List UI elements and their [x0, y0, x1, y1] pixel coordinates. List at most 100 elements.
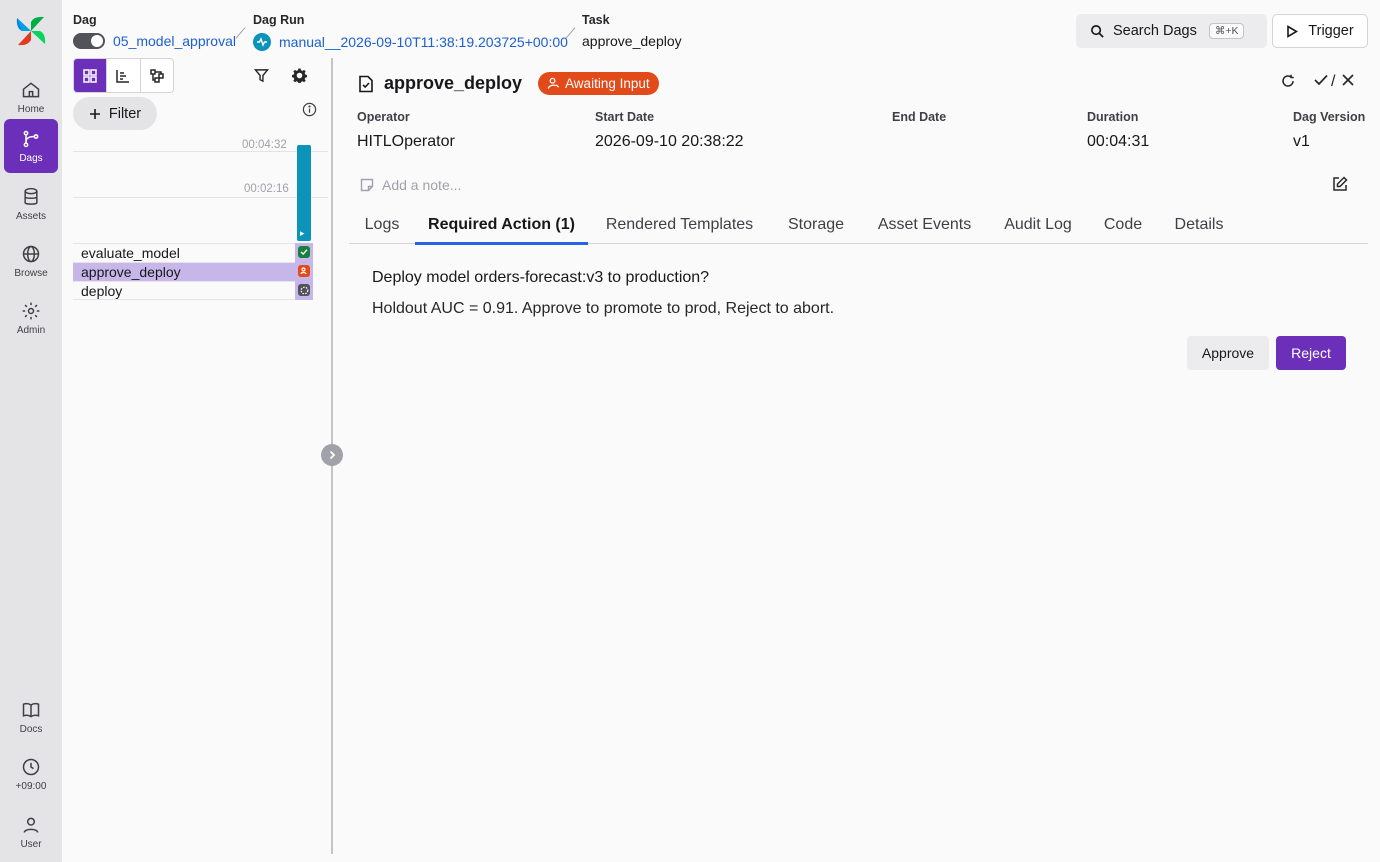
nav-browse[interactable]: Browse	[4, 234, 58, 288]
task-row[interactable]: approve_deploy	[73, 262, 295, 281]
meta-duration: Duration 00:04:31	[1087, 110, 1149, 151]
grid-view-button[interactable]	[74, 59, 107, 92]
duration-tick-label: 00:02:16	[244, 183, 289, 195]
nav-dags[interactable]: Dags	[4, 119, 58, 173]
user-hand-icon	[547, 77, 560, 89]
task-row[interactable]: deploy	[73, 281, 295, 300]
task-name: deploy	[81, 283, 123, 299]
breadcrumb-dag-run-key: Dag Run	[253, 13, 305, 27]
tab-code[interactable]: Code	[1088, 205, 1158, 244]
nav-timezone[interactable]: +09:00	[4, 747, 58, 801]
task-file-icon	[359, 75, 373, 92]
nav-admin[interactable]: Admin	[4, 291, 58, 345]
filter-icon-button[interactable]	[249, 63, 273, 87]
breadcrumb-dag-run: Dag Run manual__2026-09-10T11:38:19.2037…	[253, 13, 568, 51]
grid-tick-line	[73, 197, 328, 198]
meta-key: Dag Version	[1293, 110, 1366, 124]
search-dags-button[interactable]: Search Dags ⌘+K	[1076, 14, 1267, 48]
nav-assets-label: Assets	[15, 210, 46, 222]
airflow-logo-icon[interactable]	[14, 14, 48, 48]
required-action-description: Holdout AUC = 0.91. Approve to promote t…	[372, 300, 835, 317]
breadcrumb-task: Task approve_deploy	[582, 13, 682, 49]
tab-audit-log[interactable]: Audit Log	[988, 205, 1088, 244]
nav-assets[interactable]: Assets	[4, 177, 58, 231]
breadcrumb-dag-key: Dag	[73, 13, 97, 27]
meta-value: 2026-09-10 20:38:22	[595, 133, 744, 150]
search-icon	[1091, 24, 1104, 38]
nav-browse-label: Browse	[14, 267, 48, 279]
add-note-field[interactable]: Add a note...	[360, 177, 461, 193]
task-name: approve_deploy	[81, 264, 181, 280]
gear-icon	[22, 302, 40, 319]
tab-storage[interactable]: Storage	[771, 205, 861, 244]
breadcrumb-separator	[235, 27, 246, 39]
plus-icon	[89, 108, 100, 119]
duration-tick-label: 00:04:32	[242, 139, 287, 151]
meta-start-date: Start Date 2026-09-10 20:38:22	[595, 110, 744, 151]
grid-tick-line	[73, 151, 328, 152]
meta-dag-version: Dag Version v1	[1293, 110, 1365, 151]
task-row[interactable]: evaluate_model	[73, 243, 295, 262]
breadcrumb-dag: Dag 05_model_approval	[73, 13, 236, 49]
dag-run-bar[interactable]	[297, 145, 311, 241]
dags-icon	[23, 130, 39, 147]
info-button[interactable]	[297, 97, 321, 121]
chevron-right-icon	[329, 450, 336, 460]
filter-label: Filter	[108, 105, 142, 122]
status-badge: Awaiting Input	[538, 72, 659, 95]
trigger-button[interactable]: Trigger	[1272, 14, 1368, 48]
approve-button[interactable]: Approve	[1187, 336, 1269, 370]
grid-icon	[83, 68, 97, 83]
database-icon	[24, 187, 38, 205]
tab-details[interactable]: Details	[1158, 205, 1240, 244]
nav-user[interactable]: User	[4, 805, 58, 859]
funnel-icon	[253, 68, 269, 82]
nav-docs-label: Docs	[19, 723, 43, 735]
reject-button[interactable]: Reject	[1276, 336, 1346, 370]
nav-home-label: Home	[17, 103, 45, 115]
refresh-icon	[1282, 74, 1294, 87]
breadcrumb-task-value: approve_deploy	[582, 33, 682, 49]
user-icon	[23, 817, 39, 833]
collapse-panel-button[interactable]	[321, 444, 343, 466]
tab-rendered-templates[interactable]: Rendered Templates	[588, 205, 771, 244]
edit-icon	[1333, 176, 1348, 191]
meta-key: Start Date	[595, 110, 655, 124]
dag-pause-toggle[interactable]	[73, 33, 105, 49]
required-action-question: Deploy model orders-forecast:v3 to produ…	[372, 269, 710, 286]
nav-rail: Home Dags Assets Browse Admin Docs +09:0…	[0, 0, 62, 862]
task-title: approve_deploy Awaiting Input	[358, 72, 659, 95]
refresh-button[interactable]	[1281, 74, 1295, 88]
nav-home[interactable]: Home	[4, 70, 58, 124]
tab-asset-events[interactable]: Asset Events	[861, 205, 988, 244]
meta-value: v1	[1293, 133, 1310, 150]
filter-button[interactable]: Filter	[73, 97, 157, 130]
gantt-view-button[interactable]	[106, 59, 139, 92]
task-instance-no-status[interactable]	[298, 284, 310, 296]
edit-note-button[interactable]	[1332, 176, 1348, 197]
tab-required-action[interactable]: Required Action (1)	[415, 205, 588, 245]
settings-button[interactable]	[287, 63, 311, 87]
mark-success-button[interactable]	[1314, 74, 1328, 86]
dag-link[interactable]: 05_model_approval	[113, 33, 236, 49]
meta-key: Operator	[357, 110, 410, 124]
meta-end-date: End Date	[892, 110, 946, 133]
close-icon	[1342, 74, 1354, 86]
dag-run-link[interactable]: manual__2026-09-10T11:38:19.203725+00:00	[279, 34, 568, 50]
trigger-label: Trigger	[1308, 23, 1354, 39]
user-hand-icon	[300, 267, 307, 275]
add-note-placeholder: Add a note...	[382, 177, 462, 193]
play-icon	[1287, 24, 1299, 38]
meta-value: HITLOperator	[357, 133, 455, 150]
tab-logs[interactable]: Logs	[349, 205, 415, 244]
task-instance-awaiting-input[interactable]	[298, 265, 310, 277]
nav-docs[interactable]: Docs	[4, 690, 58, 744]
task-instance-success[interactable]	[298, 246, 310, 258]
dashed-circle-icon	[300, 286, 308, 294]
mark-failed-button[interactable]	[1342, 74, 1354, 86]
graph-view-button[interactable]	[139, 59, 173, 92]
action-separator: /	[1331, 73, 1336, 90]
book-icon	[22, 702, 40, 718]
search-shortcut: ⌘+K	[1208, 23, 1245, 39]
meta-value: 00:04:31	[1087, 133, 1150, 150]
